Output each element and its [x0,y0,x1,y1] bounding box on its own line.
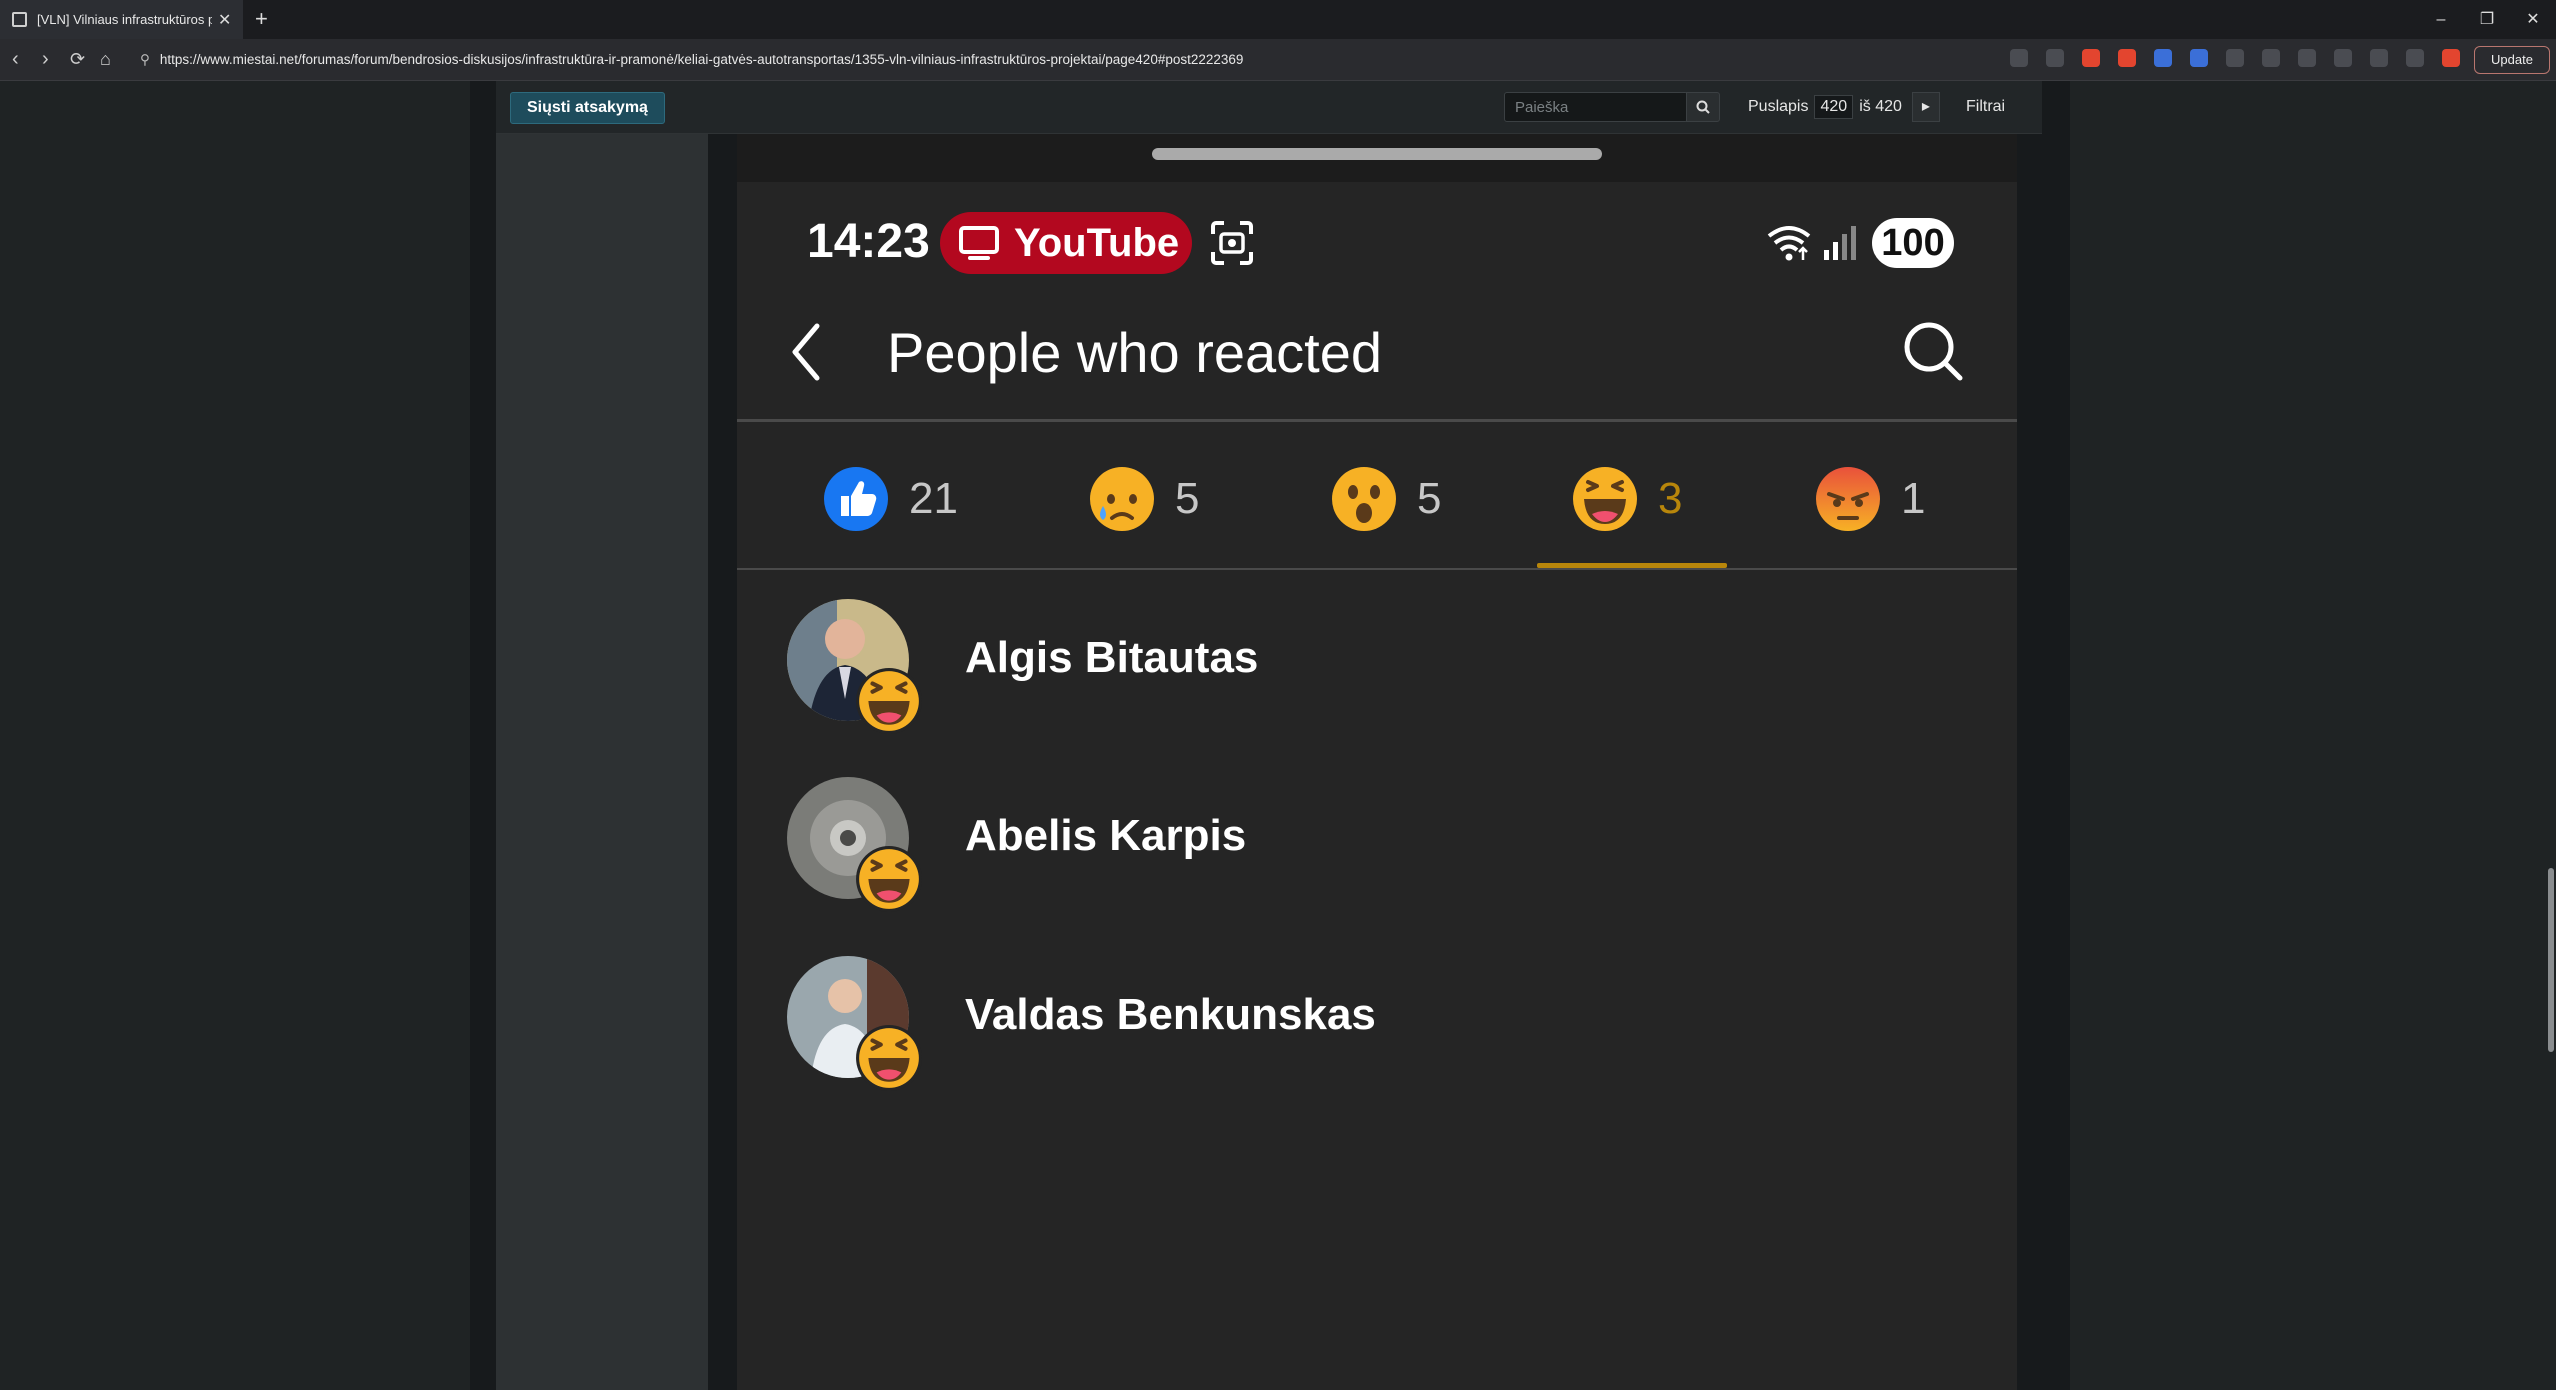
person-name: Abelis Karpis [965,811,1247,860]
status-time: 14:23 [807,215,930,268]
reload-icon[interactable]: ⟳ [70,49,85,70]
filters-button[interactable]: Filtrai [1966,92,2005,122]
search-icon[interactable] [1902,320,1964,382]
page-title: People who reacted [887,321,1383,384]
haha-count: 3 [1658,474,1683,523]
favicon-icon [12,12,27,27]
list-item[interactable]: Algis Bitautas [787,599,1987,739]
ublock-icon[interactable] [2118,49,2136,67]
back-icon[interactable]: ‹ [12,48,19,71]
forum-toolbar: Siųsti atsakymą Paieška Puslapis 420 iš … [496,81,2042,134]
puzzle-icon[interactable] [2298,49,2316,67]
reply-button[interactable]: Siųsti atsakymą [510,92,665,124]
sidebar-icon[interactable] [2334,49,2352,67]
haha-badge-icon [856,1025,922,1091]
scrollbar-thumb[interactable] [2548,868,2554,1052]
haha-badge-icon [856,668,922,734]
search-input[interactable]: Paieška [1504,92,1688,122]
brave-shield-icon[interactable] [2082,49,2100,67]
person-name: Valdas Benkunskas [965,990,1376,1039]
tab-like[interactable]: 21 [823,459,958,539]
extension-icon[interactable] [2226,49,2244,67]
address-toolbar: ‹ › ⟳ ⌂ ⚲ https://www.miestai.net/forumas… [0,39,2556,81]
extension-icon[interactable] [2154,49,2172,67]
new-tab-icon[interactable]: + [255,6,268,32]
window-controls: – ❐ ✕ [2418,0,2556,39]
wow-count: 5 [1417,474,1442,523]
forward-icon[interactable]: › [42,48,49,71]
tab-haha[interactable]: 3 [1572,459,1682,539]
url-field[interactable]: ⚲ https://www.miestai.net/forumas/forum/b… [140,39,1243,80]
close-tab-icon[interactable]: ✕ [218,10,231,30]
haha-badge-icon [856,846,922,912]
restore-icon[interactable]: ❐ [2464,0,2510,39]
download-icon[interactable] [2370,49,2388,67]
like-count: 21 [909,474,958,523]
wallet-icon[interactable] [2406,49,2424,67]
page-number-input[interactable]: 420 [1814,95,1854,119]
magnifier-icon [1696,100,1710,114]
url-text: https://www.miestai.net/forumas/forum/be… [159,52,1244,67]
haha-icon [1573,467,1637,531]
wifi-icon [1767,226,1811,261]
page-scrollbar[interactable] [2546,81,2556,1390]
sad-icon [1090,467,1154,531]
angry-count: 1 [1901,474,1926,523]
next-page-button[interactable]: ▸ [1911,92,1940,122]
sad-count: 5 [1175,474,1200,523]
back-arrow-icon[interactable] [787,322,827,382]
youtube-pill: YouTube [940,212,1192,274]
attached-screenshot: 14:23 YouTube 100 People who reacted 21 … [737,134,2017,1390]
browser-tab-bar: [VLN] Vilniaus infrastruktūros pr... ✕ +… [0,0,2556,39]
site-info-icon[interactable]: ⚲ [140,52,150,67]
wow-icon [1332,467,1396,531]
browser-tab[interactable]: [VLN] Vilniaus infrastruktūros pr... ✕ [0,0,243,39]
screenshot-icon [1211,221,1253,265]
list-item[interactable]: Abelis Karpis [787,777,1987,917]
person-name: Algis Bitautas [965,633,1259,682]
update-button[interactable]: Update [2474,46,2550,74]
page-total: iš 420 [1859,98,1902,115]
extension-icon[interactable] [2442,49,2460,67]
tabs-divider [737,568,2017,570]
close-window-icon[interactable]: ✕ [2510,0,2556,39]
signal-icon [1824,226,1856,260]
minimize-icon[interactable]: – [2418,0,2464,39]
tv-icon [959,226,999,260]
page-label: Puslapis [1748,98,1809,115]
header-divider [737,419,2017,422]
list-item[interactable]: Valdas Benkunskas [787,956,1987,1096]
zoom-icon[interactable] [2010,49,2028,67]
tab-wow[interactable]: 5 [1331,459,1441,539]
drag-handle [1152,148,1602,160]
angry-icon [1816,467,1880,531]
search-button[interactable] [1686,92,1720,122]
like-icon [824,467,888,531]
share-icon[interactable] [2046,49,2064,67]
tab-sad[interactable]: 5 [1089,459,1199,539]
tab-angry[interactable]: 1 [1815,459,1925,539]
youtube-label: YouTube [1014,220,1180,265]
home-icon[interactable]: ⌂ [100,49,111,70]
pen-icon[interactable] [2262,49,2280,67]
previous-image-edge [737,134,2017,182]
battery-indicator: 100 [1872,218,1954,268]
pagination: Puslapis 420 iš 420 ▸ [1748,92,1940,122]
extension-badge-icon[interactable] [2190,49,2208,67]
post-author-panel [496,134,708,1390]
extension-icons [2010,49,2460,67]
tab-title: [VLN] Vilniaus infrastruktūros pr... [37,12,212,27]
